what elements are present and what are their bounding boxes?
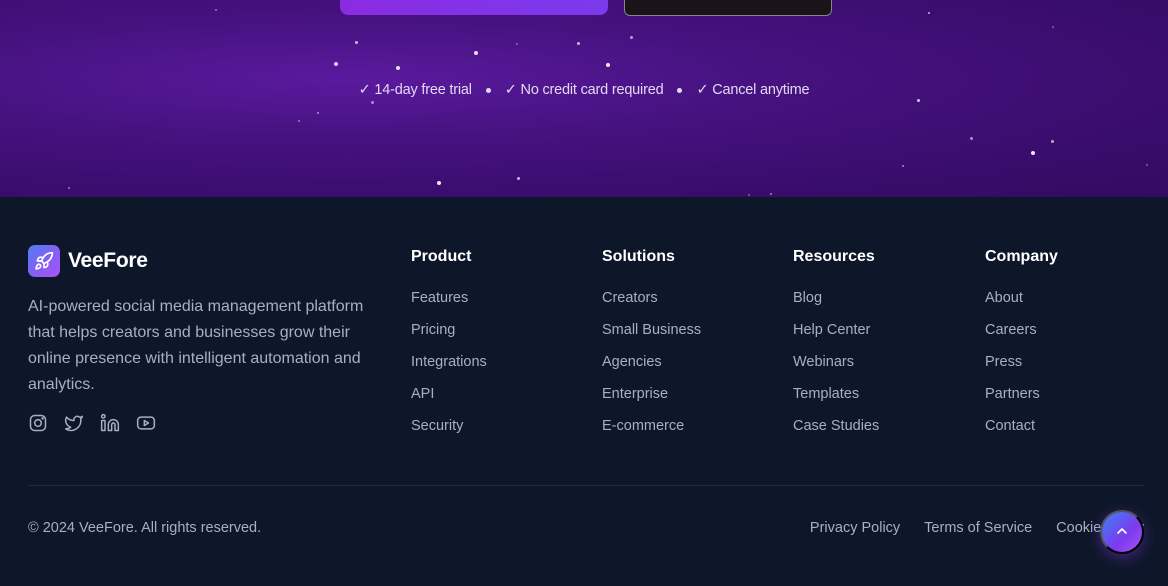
chevron-up-icon [1114,523,1130,542]
privacy-policy-link[interactable]: Privacy Policy [810,519,900,537]
instagram-icon[interactable] [28,413,48,433]
secondary-cta-button[interactable] [624,0,832,16]
brand-description: AI-powered social media management platf… [28,298,364,393]
legal-links: Privacy Policy Terms of Service Cookie P… [810,519,1144,537]
scroll-to-top-button[interactable] [1100,510,1144,554]
terms-of-service-link[interactable]: Terms of Service [924,519,1032,537]
bullet-separator [677,87,683,93]
site-footer: VeeFore AI-powered social media manageme… [0,197,1168,586]
column-heading: Company [985,248,1058,265]
brand-name: VeeFore [68,249,148,272]
footer-link-press[interactable]: Press [985,354,1022,370]
column-heading: Product [411,248,472,265]
trust-badges: ✓ 14-day free trial ✓ No credit card req… [0,80,1168,100]
trust-item: ✓ No credit card required [504,82,664,98]
copyright-text: © 2024 VeeFore. All rights reserved. [28,520,262,536]
social-links [28,413,156,433]
footer-link-help-center[interactable]: Help Center [793,322,870,338]
footer-link-creators[interactable]: Creators [602,290,658,306]
footer-link-enterprise[interactable]: Enterprise [602,386,668,402]
footer-link-security[interactable]: Security [411,418,463,434]
footer-link-api[interactable]: API [411,386,434,402]
footer-link-webinars[interactable]: Webinars [793,354,854,370]
start-free-trial-button[interactable] [340,0,608,15]
footer-link-blog[interactable]: Blog [793,290,822,306]
trust-item: ✓ Cancel anytime [696,82,810,98]
column-heading: Resources [793,248,875,265]
footer-column-product: Product Features Pricing Integrations AP… [411,247,487,448]
linkedin-icon[interactable] [100,413,120,433]
footer-link-templates[interactable]: Templates [793,386,859,402]
column-heading: Solutions [602,248,675,265]
bullet-separator [485,87,491,93]
footer-link-contact[interactable]: Contact [985,418,1035,434]
footer-link-careers[interactable]: Careers [985,322,1037,338]
brand-logo[interactable]: VeeFore [28,245,148,277]
footer-link-small-business[interactable]: Small Business [602,322,701,338]
footer-link-agencies[interactable]: Agencies [602,354,662,370]
footer-divider [28,485,1144,486]
footer-column-resources: Resources Blog Help Center Webinars Temp… [793,247,879,448]
footer-link-features[interactable]: Features [411,290,468,306]
footer-link-ecommerce[interactable]: E-commerce [602,418,684,434]
trust-item: ✓ 14-day free trial [358,82,472,98]
cta-hero-section: ✓ 14-day free trial ✓ No credit card req… [0,0,1168,197]
footer-link-case-studies[interactable]: Case Studies [793,418,879,434]
twitter-icon[interactable] [64,413,84,433]
footer-link-partners[interactable]: Partners [985,386,1040,402]
footer-link-integrations[interactable]: Integrations [411,354,487,370]
footer-link-pricing[interactable]: Pricing [411,322,455,338]
footer-column-company: Company About Careers Press Partners Con… [985,247,1058,448]
footer-link-about[interactable]: About [985,290,1023,306]
footer-column-solutions: Solutions Creators Small Business Agenci… [602,247,701,448]
youtube-icon[interactable] [136,413,156,433]
rocket-icon [28,245,60,277]
